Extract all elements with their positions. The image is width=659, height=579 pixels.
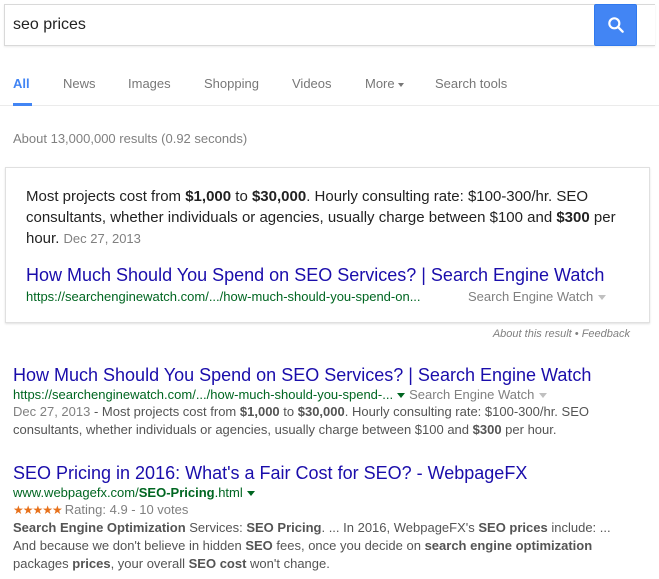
about-this-result-row: About this result • Feedback xyxy=(493,328,630,340)
snippet-text-bold: $30,000 xyxy=(251,188,307,205)
tab-more[interactable]: More xyxy=(365,76,404,91)
tab-more-label: More xyxy=(365,76,395,91)
rating-line: ★★★★★ Rating: 4.9 - 10 votes xyxy=(13,501,633,519)
search-tabs: All News Images Shopping Videos More Sea… xyxy=(0,46,659,106)
result-url-line: https://searchenginewatch.com/.../how-mu… xyxy=(13,386,633,403)
url-part: www.webpagefx.com/ xyxy=(13,485,139,500)
desc-part: to xyxy=(279,404,298,419)
featured-snippet-url[interactable]: https://searchenginewatch.com/.../how-mu… xyxy=(26,289,421,304)
desc-part: - Most projects cost from xyxy=(90,404,240,419)
result-stats: About 13,000,000 results (0.92 seconds) xyxy=(13,131,248,146)
desc-bold: search engine optimization xyxy=(424,538,593,553)
chevron-down-icon[interactable] xyxy=(397,393,406,399)
snippet-text-part: to xyxy=(231,188,252,205)
chevron-down-icon[interactable] xyxy=(246,491,255,497)
result-source[interactable]: Search Engine Watch xyxy=(409,387,534,402)
feedback-link[interactable]: Feedback xyxy=(582,328,630,340)
active-tab-indicator xyxy=(13,103,32,106)
result-date: Dec 27, 2013 xyxy=(13,404,91,419)
featured-snippet: Most projects cost from $1,000 to $30,00… xyxy=(5,167,650,323)
tab-search-tools[interactable]: Search tools xyxy=(435,76,507,91)
snippet-text-part: Most projects cost from xyxy=(26,188,186,205)
result-title-link[interactable]: SEO Pricing in 2016: What's a Fair Cost … xyxy=(13,462,633,484)
desc-bold: SEO cost xyxy=(188,556,247,571)
result-url-line: www.webpagefx.com/SEO-Pricing.html xyxy=(13,484,633,501)
result-url[interactable]: www.webpagefx.com/SEO-Pricing.html xyxy=(13,485,243,500)
desc-bold: prices xyxy=(72,556,111,571)
desc-part: fees, once you decide on xyxy=(272,538,425,553)
desc-bold: $1,000 xyxy=(239,404,280,419)
desc-bold: $30,000 xyxy=(297,404,345,419)
search-result: How Much Should You Spend on SEO Service… xyxy=(13,364,633,439)
tab-images[interactable]: Images xyxy=(128,76,171,91)
chevron-down-icon[interactable] xyxy=(539,393,548,399)
desc-part: , your overall xyxy=(110,556,189,571)
result-title-link[interactable]: How Much Should You Spend on SEO Service… xyxy=(13,364,633,386)
result-description: Dec 27, 2013 - Most projects cost from $… xyxy=(13,403,623,439)
desc-part: packages xyxy=(13,556,73,571)
rating-stars-icon: ★★★★★ xyxy=(13,503,63,517)
search-icon xyxy=(607,17,624,33)
featured-snippet-text: Most projects cost from $1,000 to $30,00… xyxy=(26,186,626,249)
desc-part: per hour. xyxy=(501,422,557,437)
chevron-down-icon xyxy=(397,82,404,87)
desc-bold: SEO prices xyxy=(478,520,548,535)
desc-part: Services: xyxy=(185,520,247,535)
tab-news[interactable]: News xyxy=(63,76,96,91)
url-bold: SEO-Pricing xyxy=(138,485,215,500)
tab-all[interactable]: All xyxy=(13,76,30,91)
desc-bold: Search Engine Optimization xyxy=(13,520,186,535)
desc-bold: $300 xyxy=(472,422,502,437)
search-result: SEO Pricing in 2016: What's a Fair Cost … xyxy=(13,462,633,573)
chevron-down-icon xyxy=(598,295,607,301)
search-button[interactable] xyxy=(594,4,637,46)
rating-text: Rating: 4.9 - 10 votes xyxy=(64,502,189,517)
separator: • xyxy=(571,328,582,340)
search-input[interactable] xyxy=(5,5,593,45)
tab-shopping[interactable]: Shopping xyxy=(204,76,259,91)
snippet-date: Dec 27, 2013 xyxy=(63,231,141,246)
about-this-result-link[interactable]: About this result xyxy=(493,328,572,340)
result-url[interactable]: https://searchenginewatch.com/.../how-mu… xyxy=(13,387,393,402)
search-bar xyxy=(4,4,655,46)
featured-snippet-source[interactable]: Search Engine Watch xyxy=(468,289,607,304)
result-description: Search Engine Optimization Services: SEO… xyxy=(13,519,623,573)
featured-snippet-link[interactable]: How Much Should You Spend on SEO Service… xyxy=(26,265,604,286)
snippet-text-bold: $1,000 xyxy=(185,188,232,205)
desc-part: . ... In 2016, WebpageFX's xyxy=(321,520,479,535)
tab-videos[interactable]: Videos xyxy=(292,76,332,91)
snippet-source-label: Search Engine Watch xyxy=(468,289,594,304)
desc-part: won't change. xyxy=(246,556,330,571)
url-part: .html xyxy=(214,485,243,500)
desc-bold: SEO Pricing xyxy=(246,520,322,535)
desc-bold: SEO xyxy=(245,538,273,553)
snippet-text-bold: $300 xyxy=(556,209,590,226)
